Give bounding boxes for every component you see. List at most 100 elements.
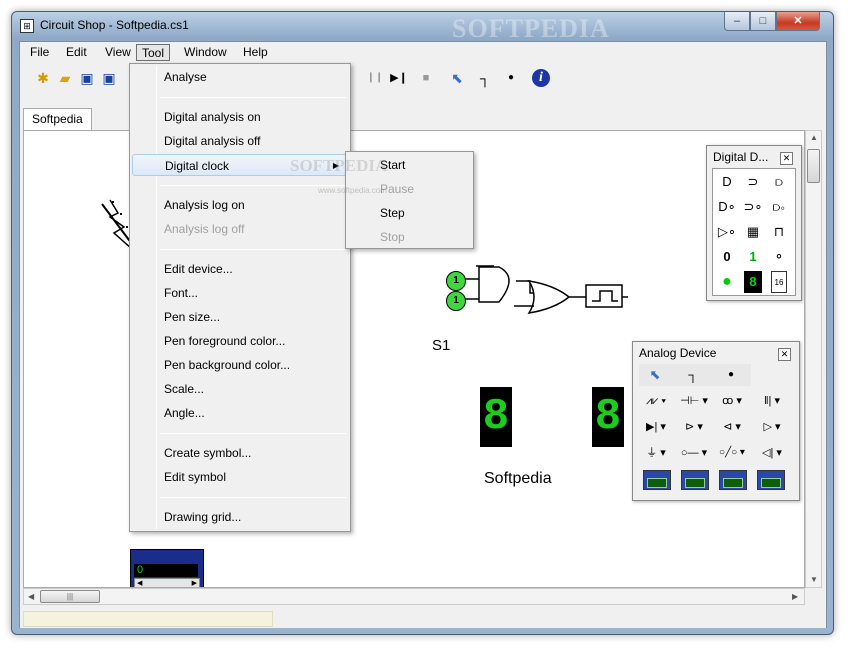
title-watermark: SOFTPEDIA bbox=[452, 14, 610, 43]
inductor-icon[interactable]: ꝏ ▾ bbox=[715, 390, 749, 412]
horizontal-scrollbar[interactable]: ◀ ||| ▶ bbox=[23, 588, 805, 605]
seven-segment-display-2[interactable]: 8 bbox=[592, 387, 624, 447]
wattmeter-icon[interactable] bbox=[757, 470, 785, 490]
menu-item-create-symbol[interactable]: Create symbol... bbox=[132, 442, 348, 464]
horizontal-scroll-thumb[interactable]: ||| bbox=[40, 590, 100, 603]
counter-value: 0 bbox=[134, 564, 198, 577]
or-gate bbox=[527, 279, 571, 315]
resistor-icon[interactable]: ⩘⩗ ▾ bbox=[639, 390, 673, 412]
minimize-button[interactable]: – bbox=[724, 12, 750, 31]
menu-file[interactable]: File bbox=[25, 44, 54, 61]
ohmmeter-icon[interactable] bbox=[719, 470, 747, 490]
pointer-icon[interactable]: ⬉ bbox=[448, 69, 466, 87]
menu-item-pen-foreground-color[interactable]: Pen foreground color... bbox=[132, 330, 348, 352]
menu-item-analyse[interactable]: Analyse bbox=[132, 66, 348, 88]
diode-icon[interactable]: ▶| ▾ bbox=[639, 416, 673, 438]
step-icon[interactable]: ▶❙ bbox=[390, 69, 408, 87]
input-led-1[interactable]: 1 bbox=[446, 271, 466, 291]
analog-panel-close-button[interactable]: ✕ bbox=[778, 348, 791, 361]
xnor-gate-icon[interactable]: ⫐∘ bbox=[767, 196, 791, 218]
wire-icon[interactable]: ┐ bbox=[681, 364, 705, 386]
scroll-left-icon[interactable]: ◀ bbox=[28, 592, 34, 601]
digital-device-grid: D ⊃ ⫐ D∘ ⊃∘ ⫐∘ ▷∘ ▦ ⊓ 0 1 ⚬ ● 8 16 bbox=[712, 168, 796, 296]
junction-icon[interactable]: ● bbox=[719, 364, 743, 386]
capacitor-icon[interactable]: ⊣⊢ ▾ bbox=[677, 390, 711, 412]
vertical-scrollbar[interactable]: ▲ ▼ bbox=[805, 130, 822, 588]
nand-gate-icon[interactable]: D∘ bbox=[715, 196, 739, 218]
status-panel bbox=[23, 611, 273, 627]
tool-menu-dropdown: Analyse Digital analysis on Digital anal… bbox=[129, 63, 351, 532]
menu-item-digital-analysis-on[interactable]: Digital analysis on bbox=[132, 106, 348, 128]
menu-item-digital-analysis-off[interactable]: Digital analysis off bbox=[132, 130, 348, 152]
voltmeter-icon[interactable] bbox=[643, 470, 671, 490]
chip-icon[interactable]: ▦ bbox=[741, 221, 765, 243]
menu-tool[interactable]: Tool bbox=[136, 44, 171, 61]
scroll-right-icon[interactable]: ▶ bbox=[792, 592, 798, 601]
close-button[interactable]: ✕ bbox=[776, 12, 820, 31]
digital-device-panel: Digital D... ✕ D ⊃ ⫐ D∘ ⊃∘ ⫐∘ ▷∘ ▦ ⊓ 0 1… bbox=[706, 145, 802, 301]
battery-icon[interactable]: ‖| ▾ bbox=[753, 390, 791, 412]
analog-top-tools: ⬉ ┐ ● bbox=[639, 364, 751, 386]
new-file-icon[interactable]: ✱ bbox=[34, 69, 52, 87]
junction-icon[interactable]: ● bbox=[502, 69, 520, 87]
menu-item-drawing-grid[interactable]: Drawing grid... bbox=[132, 506, 348, 528]
submenu-item-stop[interactable]: Stop bbox=[348, 226, 472, 248]
zero-input-icon[interactable]: 0 bbox=[715, 246, 739, 268]
menu-view[interactable]: View bbox=[100, 44, 136, 61]
save-icon[interactable]: ▣ bbox=[78, 69, 96, 87]
save-all-icon[interactable]: ▣ bbox=[100, 69, 118, 87]
maximize-button[interactable]: □ bbox=[750, 12, 776, 31]
menu-item-analysis-log-off[interactable]: Analysis log off bbox=[132, 218, 348, 240]
pnp-transistor-icon[interactable]: ⊲ ▾ bbox=[715, 416, 749, 438]
terminal-icon[interactable]: ○— ▾ bbox=[677, 442, 711, 464]
switch-icon[interactable]: ⚬ bbox=[767, 246, 791, 268]
hex-display-icon[interactable]: 16 bbox=[771, 271, 787, 293]
input-led-2[interactable]: 1 bbox=[446, 291, 466, 311]
menu-item-pen-size[interactable]: Pen size... bbox=[132, 306, 348, 328]
pause-icon[interactable]: ❙❙ bbox=[366, 69, 384, 87]
pointer-icon[interactable]: ⬉ bbox=[643, 364, 667, 386]
scroll-down-icon[interactable]: ▼ bbox=[810, 575, 818, 584]
menu-help[interactable]: Help bbox=[238, 44, 273, 61]
counter-device[interactable]: 0 ◀ ▶ bbox=[130, 549, 204, 587]
tab-softpedia[interactable]: Softpedia bbox=[23, 108, 92, 131]
menu-item-angle[interactable]: Angle... bbox=[132, 402, 348, 424]
speaker-icon[interactable]: ◁| ▾ bbox=[753, 442, 791, 464]
submenu-item-step[interactable]: Step bbox=[348, 202, 472, 224]
menu-item-pen-background-color[interactable]: Pen background color... bbox=[132, 354, 348, 376]
buffer-icon[interactable]: ▷∘ bbox=[715, 221, 739, 243]
switch-icon[interactable]: ○╱○ ▾ bbox=[715, 442, 749, 464]
and-gate-icon[interactable]: D bbox=[715, 171, 739, 193]
circuit-app-icon[interactable]: ⊞ bbox=[20, 19, 34, 33]
menu-window[interactable]: Window bbox=[179, 44, 232, 61]
menu-separator bbox=[160, 97, 346, 98]
stop-icon[interactable]: ■ bbox=[417, 69, 435, 87]
digital-panel-close-button[interactable]: ✕ bbox=[780, 152, 793, 165]
nor-gate-icon[interactable]: ⊃∘ bbox=[741, 196, 765, 218]
opamp-icon[interactable]: ▷ ▾ bbox=[753, 416, 791, 438]
menu-watermark-url: www.softpedia.com bbox=[318, 186, 387, 195]
menu-item-analysis-log-on[interactable]: Analysis log on bbox=[132, 194, 348, 216]
menu-item-scale[interactable]: Scale... bbox=[132, 378, 348, 400]
or-gate-icon[interactable]: ⊃ bbox=[741, 171, 765, 193]
one-input-icon[interactable]: 1 bbox=[741, 246, 765, 268]
menu-item-font[interactable]: Font... bbox=[132, 282, 348, 304]
open-folder-icon[interactable]: ▰ bbox=[56, 69, 74, 87]
npn-transistor-icon[interactable]: ⊳ ▾ bbox=[677, 416, 711, 438]
seven-segment-display-1[interactable]: 8 bbox=[480, 387, 512, 447]
xor-gate-icon[interactable]: ⫐ bbox=[767, 171, 791, 193]
led-icon[interactable]: ● bbox=[715, 271, 739, 293]
scroll-up-icon[interactable]: ▲ bbox=[810, 133, 818, 142]
seven-segment-icon[interactable]: 8 bbox=[744, 271, 762, 293]
ammeter-icon[interactable] bbox=[681, 470, 709, 490]
ground-icon[interactable]: ⏚ ▾ bbox=[639, 442, 673, 464]
vertical-scroll-thumb[interactable] bbox=[807, 149, 820, 183]
and-gate bbox=[478, 266, 510, 303]
help-icon[interactable]: i bbox=[532, 69, 550, 87]
wire-icon[interactable]: ┐ bbox=[476, 69, 494, 87]
counter-scroll[interactable]: ◀ ▶ bbox=[134, 578, 200, 587]
menu-item-edit-symbol[interactable]: Edit symbol bbox=[132, 466, 348, 488]
menu-edit[interactable]: Edit bbox=[61, 44, 92, 61]
pulse-icon[interactable]: ⊓ bbox=[767, 221, 791, 243]
menu-item-edit-device[interactable]: Edit device... bbox=[132, 258, 348, 280]
